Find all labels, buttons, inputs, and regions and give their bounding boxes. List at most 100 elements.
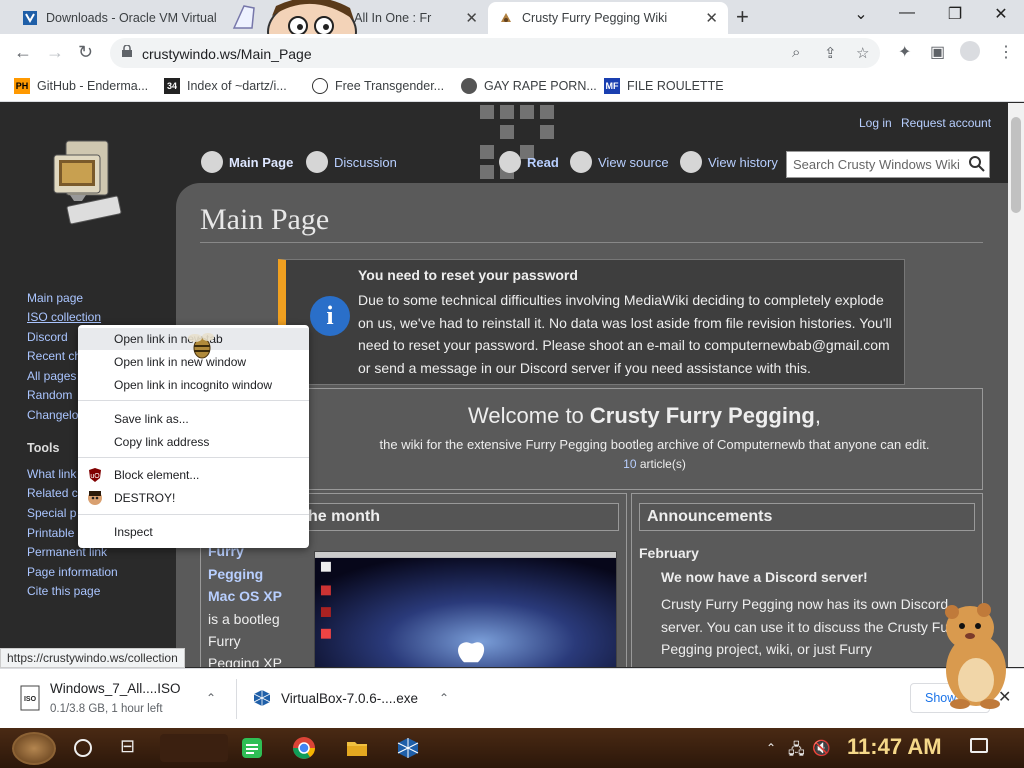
sidebar-item-discord[interactable]: Discord xyxy=(27,330,68,344)
welcome-heading: Welcome to Crusty Furry Pegging, xyxy=(468,403,821,428)
start-button[interactable] xyxy=(12,732,56,765)
tab-search-icon[interactable]: ⌄ xyxy=(838,4,884,24)
spotify-like-icon[interactable] xyxy=(240,736,264,760)
tab-main-page[interactable]: Main Page xyxy=(201,151,293,173)
new-tab-button[interactable]: + xyxy=(736,4,749,30)
download-status: 0.1/3.8 GB, 1 hour left xyxy=(50,703,163,715)
taskbar-search[interactable] xyxy=(160,734,228,762)
menu-separator xyxy=(78,400,309,401)
tab-active[interactable]: Crusty Furry Pegging Wiki ✕ xyxy=(488,2,728,34)
menu-item-destroy[interactable]: DESTROY! xyxy=(78,487,309,509)
menu-item-save-link[interactable]: Save link as... xyxy=(78,408,309,430)
bookmark-label: GitHub - Enderma... xyxy=(37,79,149,93)
article-count-link[interactable]: 10 xyxy=(623,457,636,471)
ublock-icon: uO xyxy=(89,468,101,482)
tab-downloads[interactable]: Downloads - Oracle VM Virtual xyxy=(12,2,242,34)
browser-toolbar: ← → ↻ crustywindo.ws/Main_Page ⌕ ⇪ ☆ xyxy=(0,34,1024,72)
sidebar-item-random[interactable]: Random xyxy=(27,388,72,402)
bookmark-label: FILE ROULETTE xyxy=(627,79,724,93)
sidebar-item-changelog[interactable]: Changelo xyxy=(27,408,78,422)
share-icon[interactable]: ⇪ xyxy=(824,44,837,62)
featured-text: Pegging XP xyxy=(208,655,282,667)
tab-read[interactable]: Read xyxy=(499,151,559,173)
close-icon[interactable]: ✕ xyxy=(465,9,478,27)
bookmark-globe[interactable]: GAY RAPE PORN... xyxy=(461,78,597,94)
clock[interactable]: 11:47 AM xyxy=(847,734,942,760)
forward-icon[interactable]: → xyxy=(46,42,64,63)
download-item-virtualbox[interactable]: VirtualBox-7.0.6-....exe ⌃ xyxy=(237,669,467,729)
url-text: crustywindo.ws/Main_Page xyxy=(142,46,312,62)
sidebar-item-main-page[interactable]: Main page xyxy=(27,291,83,305)
taskbar: ⊟ ⌃ 🖧 🔇 11:47 AM xyxy=(0,728,1024,768)
close-icon[interactable]: ✕ xyxy=(705,9,718,27)
tab-view-history[interactable]: View history xyxy=(680,151,778,173)
featured-screenshot[interactable] xyxy=(314,551,617,667)
side-panel-icon[interactable]: ▣ xyxy=(930,42,945,62)
chevron-up-icon[interactable]: ⌃ xyxy=(206,691,216,705)
extensions-icon[interactable]: ✦ xyxy=(898,42,911,62)
request-account-link[interactable]: Request account xyxy=(901,116,991,130)
task-view-icon[interactable]: ⊟ xyxy=(120,736,135,757)
bookmark-file-roulette[interactable]: MF FILE ROULETTE xyxy=(604,78,724,94)
index-icon: 34 xyxy=(164,78,180,94)
login-link[interactable]: Log in xyxy=(859,116,892,130)
menu-item-copy-link[interactable]: Copy link address xyxy=(78,431,309,453)
menu-item-block-element[interactable]: uO Block element... xyxy=(78,464,309,486)
lock-icon xyxy=(570,151,592,173)
bookmarks-bar: PH GitHub - Enderma... 34 Index of ~dart… xyxy=(0,72,1024,102)
featured-link[interactable]: Mac OS XP xyxy=(208,588,282,604)
minimize-button[interactable]: — xyxy=(884,4,930,22)
bookmark-index[interactable]: 34 Index of ~dartz/i... xyxy=(164,78,287,94)
menu-kebab-icon[interactable]: ⋮ xyxy=(998,42,1014,62)
scroll-thumb[interactable] xyxy=(1011,117,1021,213)
page-title: Main Page xyxy=(200,203,330,236)
svg-text:ISO: ISO xyxy=(24,696,37,703)
bookmark-github[interactable]: PH GitHub - Enderma... xyxy=(14,78,148,94)
virtualbox-icon[interactable] xyxy=(396,736,420,760)
chevron-up-icon[interactable]: ⌃ xyxy=(439,691,449,705)
back-icon[interactable]: ← xyxy=(14,42,32,63)
tab-label: Discussion xyxy=(334,154,397,170)
cortana-icon[interactable] xyxy=(74,739,92,757)
menu-item-inspect[interactable]: Inspect xyxy=(78,521,309,543)
page-scrollbar[interactable] xyxy=(1008,103,1024,667)
sidebar-item-what-links[interactable]: What link xyxy=(27,467,76,481)
tab-view-source[interactable]: View source xyxy=(570,151,669,173)
sidebar-item-all-pages[interactable]: All pages xyxy=(27,369,76,383)
sidebar-item-related-changes[interactable]: Related c xyxy=(27,486,78,500)
profile-avatar-icon[interactable] xyxy=(960,41,980,61)
sidebar-item-printable[interactable]: Printable xyxy=(27,526,74,540)
chrome-icon[interactable] xyxy=(292,736,316,760)
sidebar-item-page-information[interactable]: Page information xyxy=(27,565,118,579)
bookmark-star-icon[interactable]: ☆ xyxy=(856,44,869,62)
speech-bubble-icon xyxy=(306,151,328,173)
featured-text: is a bootleg xyxy=(208,611,280,627)
download-item-windows-iso[interactable]: ISO Windows_7_All....ISO 0.1/3.8 GB, 1 h… xyxy=(0,669,236,729)
tab-discussion[interactable]: Discussion xyxy=(306,151,397,173)
notification-icon[interactable] xyxy=(970,738,988,753)
mask-icon xyxy=(312,78,328,94)
reload-icon[interactable]: ↻ xyxy=(78,42,93,63)
featured-heading: he month xyxy=(299,503,619,531)
announcement-title: We now have a Discord server! xyxy=(661,569,868,585)
face-icon xyxy=(88,491,102,505)
restore-button[interactable]: ❐ xyxy=(932,4,978,24)
file-explorer-icon[interactable] xyxy=(345,736,369,760)
announcement-month: February xyxy=(639,545,699,561)
featured-link[interactable]: Pegging xyxy=(208,566,263,582)
sidebar-item-cite[interactable]: Cite this page xyxy=(27,584,100,598)
tray-overflow-icon[interactable]: ⌃ xyxy=(766,741,776,755)
address-bar[interactable]: crustywindo.ws/Main_Page ⌕ ⇪ ☆ xyxy=(110,38,880,68)
menu-item-open-incognito[interactable]: Open link in incognito window xyxy=(78,374,309,396)
bookmark-free[interactable]: Free Transgender... xyxy=(312,78,444,94)
search-icon[interactable] xyxy=(968,155,986,173)
sidebar-item-special-pages[interactable]: Special p xyxy=(27,506,76,520)
sidebar-item-iso-collection[interactable]: ISO collection xyxy=(27,310,101,324)
network-icon[interactable]: 🖧 xyxy=(788,739,805,764)
volume-muted-icon[interactable]: 🔇 xyxy=(812,739,831,757)
window-close-button[interactable]: ✕ xyxy=(978,4,1024,24)
wiki-logo[interactable] xyxy=(48,139,128,225)
iso-file-icon: ISO xyxy=(20,685,40,711)
wiki-search-input[interactable]: Search Crusty Windows Wiki xyxy=(786,151,990,178)
zoom-icon[interactable]: ⌕ xyxy=(792,44,800,61)
